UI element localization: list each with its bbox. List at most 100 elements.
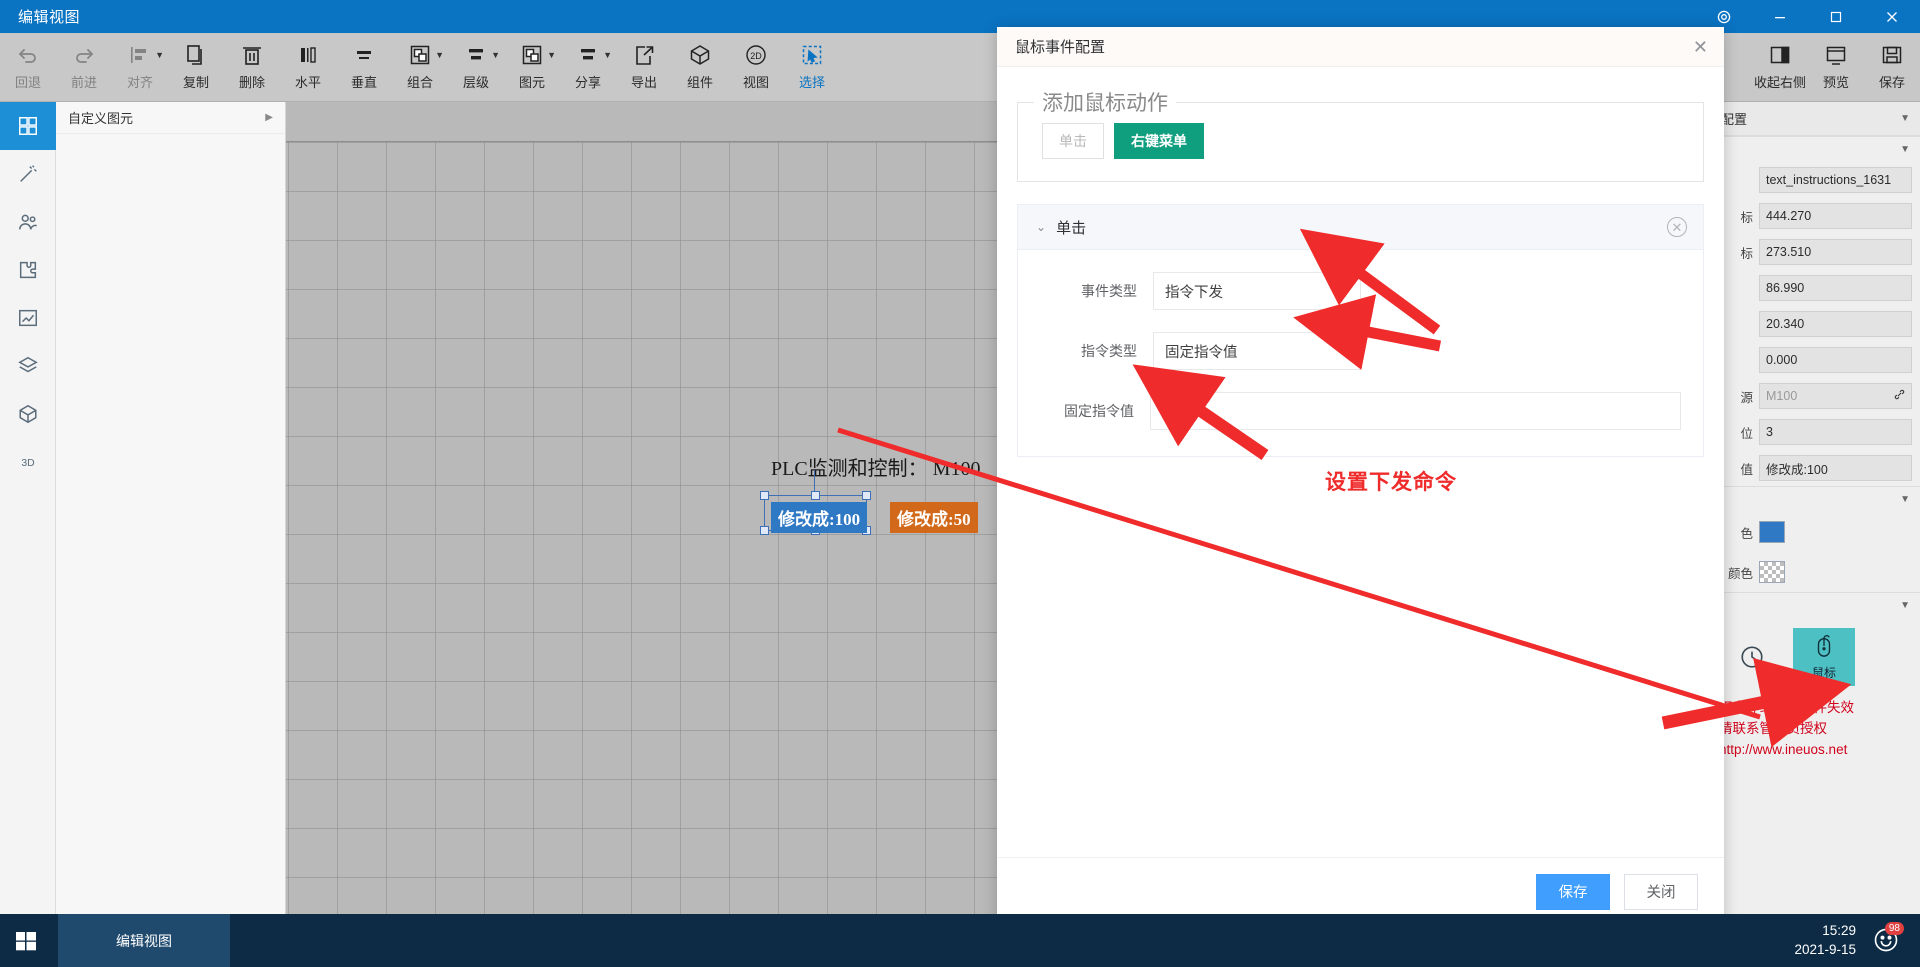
toolbar-label: 导出 xyxy=(630,75,657,90)
property-key: 色 xyxy=(1740,526,1753,541)
taskbar-clock[interactable]: 15:29 2021-9-15 xyxy=(1794,922,1856,958)
taskbar-window-button[interactable]: 编辑视图 xyxy=(58,914,230,967)
property-key: 值 xyxy=(1740,462,1753,477)
toolbar-item-layer[interactable]: ▼ 层级 xyxy=(448,33,504,102)
dialog-body: 添加鼠标动作 单击 右键菜单 ⌄ 单击 ✕ 事件类型 指令下发 ▼ 指令类型 固… xyxy=(997,67,1724,857)
minimize-icon[interactable] xyxy=(1752,0,1808,33)
property-value-width[interactable]: 86.990 xyxy=(1759,275,1912,301)
chevron-down-icon[interactable]: ▼ xyxy=(491,50,500,60)
property-key: 标 xyxy=(1740,210,1753,225)
close-icon[interactable] xyxy=(1864,0,1920,33)
license-url[interactable]: http://www.ineuos.net xyxy=(1719,740,1912,761)
toolbar-item-share[interactable]: ▼ 分享 xyxy=(560,33,616,102)
property-value-name[interactable]: text_instructions_1631 xyxy=(1759,167,1912,193)
property-key: 颜色 xyxy=(1727,566,1753,581)
toolbar-item-component[interactable]: 组件 xyxy=(672,33,728,102)
event-tile-timer[interactable] xyxy=(1721,628,1783,686)
accordion-header[interactable]: ⌄ 单击 ✕ xyxy=(1018,205,1703,250)
property-row-decimal: 位 3 xyxy=(1711,414,1920,450)
property-value-decimal[interactable]: 3 xyxy=(1759,419,1912,445)
toolbar-label: 组合 xyxy=(406,75,433,90)
chevron-down-icon[interactable]: ▼ xyxy=(1900,144,1910,155)
resize-handle-nw[interactable] xyxy=(760,491,769,500)
toolbar-item-delete[interactable]: 删除 xyxy=(224,33,280,102)
chevron-down-icon[interactable]: ⌄ xyxy=(1036,220,1046,234)
chevron-down-icon[interactable]: ▼ xyxy=(1900,494,1910,505)
toolbar-item-vertical[interactable]: 垂直 xyxy=(336,33,392,102)
toolbar-item-align[interactable]: ▼ 对齐 xyxy=(112,33,168,102)
toolbar-item-view[interactable]: 2D 视图 xyxy=(728,33,784,102)
property-value-y[interactable]: 273.510 xyxy=(1759,239,1912,265)
toolbar-item-collapse-right[interactable]: 收起右侧 xyxy=(1752,33,1808,102)
action-button-context-menu[interactable]: 右键菜单 xyxy=(1114,123,1204,159)
resize-handle-ne[interactable] xyxy=(862,491,871,500)
chevron-down-icon[interactable]: ▼ xyxy=(155,50,164,60)
chevron-down-icon[interactable]: ▼ xyxy=(547,50,556,60)
toolbar-item-select[interactable]: 选择 xyxy=(784,33,840,102)
action-button-click[interactable]: 单击 xyxy=(1042,123,1104,159)
canvas-button-set-100[interactable]: 修改成:100 xyxy=(771,502,868,533)
windows-icon[interactable] xyxy=(0,914,52,967)
toolbar-item-shape[interactable]: ▼ 图元 xyxy=(504,33,560,102)
rail-item-box[interactable] xyxy=(0,390,56,438)
property-row-x: 标 444.270 xyxy=(1711,198,1920,234)
toolbar-item-horizontal[interactable]: 水平 xyxy=(280,33,336,102)
chevron-down-icon[interactable]: ▼ xyxy=(1900,600,1910,611)
toolbar-item-undo[interactable]: 回退 xyxy=(0,33,56,102)
dialog-save-button[interactable]: 保存 xyxy=(1536,873,1610,910)
event-tile-mouse[interactable]: 鼠标 xyxy=(1793,628,1855,686)
chevron-down-icon[interactable]: ▼ xyxy=(435,50,444,60)
link-icon[interactable] xyxy=(1893,388,1906,404)
rail-item-elements[interactable] xyxy=(0,102,56,150)
canvas-button-set-50[interactable]: 修改成:50 xyxy=(890,502,978,533)
system-tray: 15:29 2021-9-15 98 xyxy=(1794,921,1920,958)
toolbar-item-preview[interactable]: 预览 xyxy=(1808,33,1864,102)
resize-handle-n[interactable] xyxy=(811,491,820,500)
property-value-height[interactable]: 20.340 xyxy=(1759,311,1912,337)
color-swatch-border[interactable] xyxy=(1759,561,1785,583)
toolbar-item-redo[interactable]: 前进 xyxy=(56,33,112,102)
property-subsection-header[interactable]: ▼ xyxy=(1711,136,1920,162)
section-legend: 添加鼠标动作 xyxy=(1042,92,1168,115)
dialog-close-button[interactable]: 关闭 xyxy=(1624,873,1698,910)
close-icon[interactable]: ✕ xyxy=(1693,38,1708,56)
vertical-distribute-icon xyxy=(352,40,376,70)
chevron-down-icon[interactable]: ▼ xyxy=(603,50,612,60)
tray-notification[interactable]: 98 xyxy=(1872,921,1904,956)
rail-item-3d[interactable]: 3D xyxy=(0,438,56,486)
property-value-x[interactable]: 444.270 xyxy=(1759,203,1912,229)
property-value-datasource[interactable]: M100 xyxy=(1759,383,1912,409)
input-fixed-command-value[interactable]: 100 xyxy=(1150,392,1681,430)
property-subsection-events[interactable]: ▼ xyxy=(1711,592,1920,618)
property-section-header[interactable]: 配置 ▼ xyxy=(1711,102,1920,136)
rail-item-chart-board[interactable] xyxy=(0,294,56,342)
toolbar-item-export[interactable]: 导出 xyxy=(616,33,672,102)
toolbar-label: 前进 xyxy=(70,75,97,90)
rail-item-people[interactable] xyxy=(0,198,56,246)
rail-item-layers[interactable] xyxy=(0,342,56,390)
save-icon xyxy=(1880,40,1904,70)
dialog-header: 鼠标事件配置 ✕ xyxy=(997,27,1724,67)
canvas-text-plc-label[interactable]: PLC监测和控制： M100 xyxy=(771,452,980,481)
toolbar-item-save[interactable]: 保存 xyxy=(1864,33,1920,102)
window-controls xyxy=(1696,0,1920,33)
color-swatch-fill[interactable] xyxy=(1759,521,1785,543)
toolbar-item-copy[interactable]: 复制 xyxy=(168,33,224,102)
property-value-text[interactable]: 修改成:100 xyxy=(1759,455,1912,481)
select-command-type[interactable]: 固定指令值 ▼ xyxy=(1153,332,1361,370)
rail-item-wand[interactable] xyxy=(0,150,56,198)
chevron-down-icon[interactable]: ▼ xyxy=(1900,113,1910,124)
maximize-icon[interactable] xyxy=(1808,0,1864,33)
toolbar-item-group[interactable]: ▼ 组合 xyxy=(392,33,448,102)
toolbar-label: 对齐 xyxy=(126,75,153,90)
select-event-type-value: 指令下发 xyxy=(1165,284,1223,301)
remove-icon[interactable]: ✕ xyxy=(1667,217,1687,237)
property-value-rotation[interactable]: 0.000 xyxy=(1759,347,1912,373)
clock-date: 2021-9-15 xyxy=(1794,941,1856,957)
property-subsection-style[interactable]: ▼ xyxy=(1711,486,1920,512)
rail-item-puzzle[interactable] xyxy=(0,246,56,294)
select-event-type[interactable]: 指令下发 ▼ xyxy=(1153,272,1361,310)
tree-item-custom-elements[interactable]: 自定义图元 ▶ xyxy=(56,102,285,134)
resize-handle-sw[interactable] xyxy=(760,526,769,535)
toolbar-label: 垂直 xyxy=(350,75,377,90)
